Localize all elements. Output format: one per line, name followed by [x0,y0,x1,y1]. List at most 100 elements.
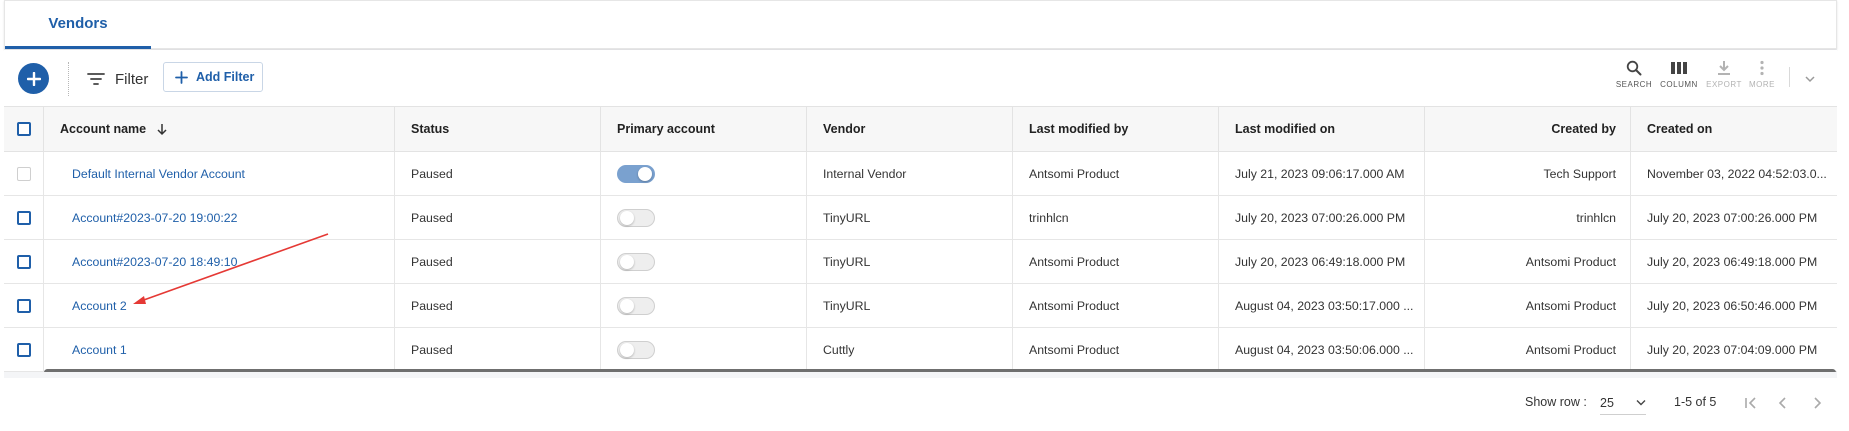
status-cell: Paused [395,152,601,195]
primary-account-cell [601,284,807,327]
toolbar: Filter Add Filter SEARCH COLUMN EXPORT M… [4,50,1837,106]
row-checkbox[interactable] [16,342,31,357]
account-name-link[interactable]: Account#2023-07-20 18:49:10 [44,240,395,283]
search-button[interactable]: SEARCH [1614,60,1654,96]
primary-account-toggle[interactable] [617,296,655,315]
account-name-link[interactable]: Account 1 [44,328,395,371]
last-modified-on-cell: July 20, 2023 06:49:18.000 PM [1219,240,1425,283]
search-label: SEARCH [1615,80,1653,89]
primary-account-toggle[interactable] [617,208,655,227]
row-checkbox-cell [4,284,44,327]
column-button[interactable]: COLUMN [1659,60,1699,96]
row-checkbox-cell [4,328,44,371]
primary-account-cell [601,328,807,371]
primary-account-toggle[interactable] [617,340,655,359]
chevron-down-icon [1636,400,1646,406]
created-on-cell: July 20, 2023 07:00:26.000 PM [1647,210,1818,225]
select-all-checkbox[interactable] [16,122,31,136]
first-page-button[interactable] [1739,391,1763,415]
rows-per-page-select[interactable]: 25 [1600,391,1646,415]
created-by-cell: Antsomi Product [1425,240,1631,283]
primary-account-cell [601,240,807,283]
created-by-cell: Antsomi Product [1425,284,1631,327]
export-label: EXPORT [1706,80,1742,89]
account-name-link[interactable]: Default Internal Vendor Account [44,152,395,195]
table-row[interactable]: Default Internal Vendor Account Paused I… [4,152,1837,196]
export-button[interactable]: EXPORT [1704,60,1744,96]
account-name-link[interactable]: Account#2023-07-20 19:00:22 [44,196,395,239]
primary-account-cell [601,152,807,195]
vendor-cell: Cuttly [807,328,1013,371]
created-by-cell: trinhlcn [1425,196,1631,239]
primary-account-toggle[interactable] [617,164,655,183]
show-row-label: Show row : [1525,395,1587,409]
last-modified-by-cell: Antsomi Product [1013,284,1219,327]
column-header-last-modified-on[interactable]: Last modified on [1219,107,1425,151]
plus-icon [175,70,188,84]
status-cell: Paused [395,284,601,327]
plus-icon [26,71,41,86]
filter-label: Filter [115,70,149,88]
row-checkbox[interactable] [16,210,31,225]
collapse-toggle[interactable] [1804,70,1816,88]
vendors-table: Account name Status Primary account Vend… [4,106,1837,372]
last-modified-by-cell: Antsomi Product [1013,328,1219,371]
search-icon [1626,60,1642,76]
column-icon [1671,62,1687,74]
next-page-button[interactable] [1806,391,1830,415]
row-checkbox-cell [4,196,44,239]
table-row[interactable]: Account 1 Paused Cuttly Antsomi Product … [4,328,1837,372]
status-cell: Paused [395,240,601,283]
row-checkbox [16,166,31,181]
table-row[interactable]: Account#2023-07-20 19:00:22 Paused TinyU… [4,196,1837,240]
chevron-down-icon [1805,76,1815,83]
table-row[interactable]: Account#2023-07-20 18:49:10 Paused TinyU… [4,240,1837,284]
created-on-cell: November 03, 2022 04:52:03.0... [1647,166,1827,181]
column-header-created-by[interactable]: Created by [1425,107,1631,151]
created-on-cell: July 20, 2023 07:04:09.000 PM [1647,342,1818,357]
status-cell: Paused [395,328,601,371]
primary-account-cell [601,196,807,239]
more-label: MORE [1749,80,1775,89]
column-header-account-name[interactable]: Account name [44,107,395,151]
previous-page-button[interactable] [1770,391,1794,415]
row-checkbox[interactable] [16,254,31,269]
table-header: Account name Status Primary account Vend… [4,106,1837,152]
last-modified-by-cell: trinhlcn [1013,196,1219,239]
vendor-cell: TinyURL [807,196,1013,239]
more-button[interactable]: MORE [1742,60,1782,96]
account-name-link[interactable]: Account 2 [44,284,395,327]
column-header-status[interactable]: Status [395,107,601,151]
page-range: 1-5 of 5 [1674,395,1717,409]
toolbar-divider [68,62,69,96]
sort-arrow-down-icon[interactable] [156,123,168,136]
created-by-cell: Antsomi Product [1425,328,1631,371]
download-icon [1718,61,1730,75]
column-header-created-on[interactable]: Created on [1631,107,1837,151]
table-row[interactable]: Account 2 Paused TinyURL Antsomi Product… [4,284,1837,328]
chevron-left-icon [1778,397,1786,409]
tab-vendors[interactable]: Vendors [5,1,151,49]
row-checkbox[interactable] [16,298,31,313]
toolbar-divider [1789,67,1790,87]
column-header-last-modified-by[interactable]: Last modified by [1013,107,1219,151]
primary-account-toggle[interactable] [617,252,655,271]
status-cell: Paused [395,196,601,239]
add-filter-button[interactable]: Add Filter [163,62,263,92]
column-header-vendor[interactable]: Vendor [807,107,1013,151]
created-by-cell: Tech Support [1425,152,1631,195]
column-header-primary-account[interactable]: Primary account [601,107,807,151]
row-checkbox-cell [4,240,44,283]
app-frame: Vendors Filter Add Filter SEARCH COLUMN … [4,0,1837,428]
column-header-label: Account name [60,122,147,136]
last-modified-on-cell: August 04, 2023 03:50:17.000 ... [1219,284,1425,327]
add-filter-label: Add Filter [196,70,255,84]
last-modified-on-cell: July 20, 2023 07:00:26.000 PM [1219,196,1425,239]
last-modified-by-cell: Antsomi Product [1013,152,1219,195]
add-vendor-button[interactable] [18,63,49,94]
last-modified-by-cell: Antsomi Product [1013,240,1219,283]
horizontal-scrollbar[interactable] [44,369,1836,372]
filter-button[interactable]: Filter [87,67,148,91]
created-on-cell: July 20, 2023 06:50:46.000 PM [1647,298,1818,313]
last-modified-on-cell: July 21, 2023 09:06:17.000 AM [1219,152,1425,195]
